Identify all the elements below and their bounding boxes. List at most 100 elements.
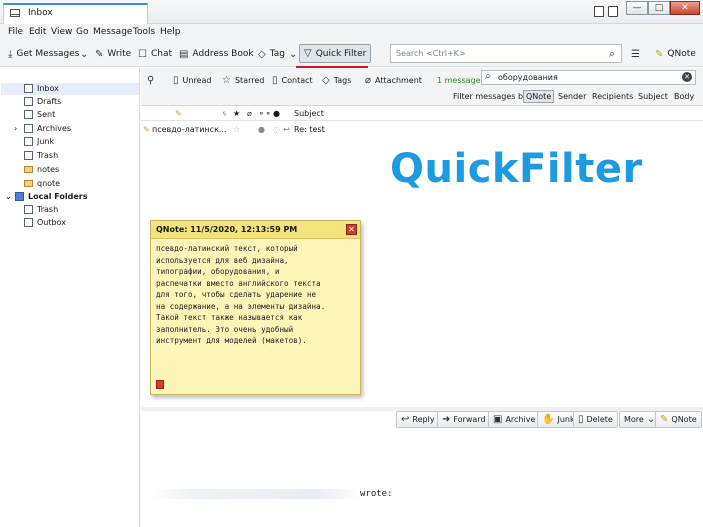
delete-button[interactable]: ▯ Delete <box>573 411 618 428</box>
folder-junk[interactable]: Junk <box>14 135 54 148</box>
write-button[interactable]: ✎ Write <box>91 45 135 63</box>
filter-by-sender-button[interactable]: Sender <box>558 92 586 101</box>
star-column-icon[interactable]: ★ <box>233 109 240 118</box>
menu-edit[interactable]: Edit <box>29 27 46 37</box>
app-menu-button[interactable]: ☰ <box>627 45 644 63</box>
chat-button[interactable]: ☐ Chat <box>134 45 176 63</box>
forward-button[interactable]: ➜ Forward <box>437 411 491 428</box>
thread-column-icon[interactable]: ᛃ <box>222 109 227 118</box>
chevron-down-icon: ⌄ <box>646 414 656 425</box>
filter-starred-button[interactable]: ☆ Starred <box>222 72 264 88</box>
quickfilter-caption: QuickFilter <box>390 146 643 192</box>
get-messages-dropdown[interactable]: ⌄ <box>76 45 92 63</box>
attachment-column-icon[interactable]: ⌀ <box>247 109 252 118</box>
reply-button[interactable]: ↩ Reply <box>396 411 440 428</box>
sticky-filter-toggle[interactable]: ⚲ <box>147 72 154 88</box>
folder-sent[interactable]: Sent <box>14 108 55 121</box>
folder-label: Archives <box>37 124 72 133</box>
trash-icon <box>24 205 33 214</box>
qnote-header-button[interactable]: ✎ QNote <box>655 411 702 428</box>
starred-label: Starred <box>234 75 265 85</box>
quick-filter-search-input[interactable]: ⌕ оборудования ✕ <box>481 70 696 85</box>
folder-qnote[interactable]: qnote <box>14 177 60 190</box>
quick-filter-label: Quick Filter <box>315 48 367 59</box>
hamburger-menu-icon: ☰ <box>631 48 640 60</box>
tag-button[interactable]: ◇ Tag ⌄ <box>254 45 301 63</box>
menu-file[interactable]: File <box>8 27 23 37</box>
reply-icon: ↩ <box>401 414 410 425</box>
search-input[interactable]: Search <Ctrl+K> ⌕ <box>390 44 622 63</box>
tasks-icon[interactable] <box>608 6 618 17</box>
filter-by-body-button[interactable]: Body <box>674 92 694 101</box>
contact-icon: ▯ <box>272 74 278 86</box>
junk-icon <box>24 137 33 146</box>
close-icon[interactable]: ✕ <box>346 224 357 235</box>
column-subject[interactable]: Subject <box>294 109 324 118</box>
read-column-icon[interactable]: ⚬⚬ <box>258 109 271 118</box>
tab-inbox[interactable]: Inbox <box>3 3 148 24</box>
menu-tools[interactable]: Tools <box>133 27 155 37</box>
sent-icon <box>24 110 33 119</box>
tab-title: Inbox <box>28 8 53 18</box>
get-messages-button[interactable]: ⤓ Get Messages <box>4 45 83 63</box>
clear-icon[interactable]: ✕ <box>682 72 692 82</box>
menu-help[interactable]: Help <box>160 27 181 37</box>
maximize-button[interactable]: □ <box>648 1 670 15</box>
filter-by-recipients-button[interactable]: Recipients <box>592 92 633 101</box>
filter-tags-button[interactable]: ◇ Tags <box>322 72 351 88</box>
account-local-folders[interactable]: ⌄ Local Folders <box>5 190 88 203</box>
write-label: Write <box>107 49 132 59</box>
tags-label: Tags <box>333 75 352 85</box>
qnote-column-icon[interactable]: ✎ <box>175 109 182 118</box>
calendar-icon[interactable] <box>594 6 604 17</box>
archive-label: Archive <box>505 415 536 424</box>
filter-by-label: Filter messages by: <box>453 92 530 101</box>
archive-button[interactable]: ▣ Archive <box>488 411 541 428</box>
folder-drafts[interactable]: Drafts <box>14 95 61 108</box>
address-book-icon: ▤ <box>179 48 189 60</box>
menu-go[interactable]: Go <box>76 27 88 37</box>
menu-message[interactable]: Message <box>93 27 132 37</box>
folder-inbox[interactable]: Inbox <box>14 82 59 95</box>
folder-trash[interactable]: Trash <box>14 149 58 162</box>
qnote-popup[interactable]: QNote: 11/5/2020, 12:13:59 PM ✕ псевдо-л… <box>150 220 361 395</box>
junk-column-icon[interactable]: ● <box>273 109 280 118</box>
star-icon: ☆ <box>222 74 231 86</box>
qnote-toolbar-button[interactable]: ✎ QNote <box>651 45 700 63</box>
filter-unread-button[interactable]: ▯ Unread <box>173 72 211 88</box>
trash-icon[interactable] <box>156 380 164 389</box>
folder-outbox[interactable]: Outbox <box>14 216 66 229</box>
table-row[interactable]: ✎ псевдо-латинск... ☆ ● ◌ ↩ Re: test <box>141 122 703 137</box>
close-window-button[interactable]: ✕ <box>670 1 700 15</box>
message-count: 1 message <box>437 75 481 85</box>
quote-attribution: wrote: <box>360 489 393 499</box>
folder-archives[interactable]: › Archives <box>14 122 71 135</box>
chevron-right-icon[interactable]: › <box>14 124 20 133</box>
junk-status-icon[interactable]: ◌ <box>273 125 280 134</box>
folder-label: qnote <box>37 179 61 188</box>
address-book-button[interactable]: ▤ Address Book <box>175 45 258 63</box>
folder-icon <box>24 166 33 173</box>
minimize-button[interactable]: — <box>626 1 648 15</box>
message-subject: Re: test <box>294 125 325 134</box>
chat-icon: ☐ <box>138 48 147 60</box>
folder-local-trash[interactable]: Trash <box>14 203 58 216</box>
star-icon[interactable]: ☆ <box>233 125 240 134</box>
qnote-header[interactable]: QNote: 11/5/2020, 12:13:59 PM ✕ <box>151 221 360 239</box>
trash-icon: ▯ <box>578 414 584 425</box>
filter-contact-button[interactable]: ▯ Contact <box>272 72 313 88</box>
menu-view[interactable]: View <box>51 27 72 37</box>
filter-by-qnote-button[interactable]: QNote <box>523 90 555 103</box>
note-icon: ✎ <box>655 48 664 60</box>
folder-label: Drafts <box>37 97 62 106</box>
folder-label: Inbox <box>37 84 59 93</box>
chevron-down-icon[interactable]: ⌄ <box>5 192 12 201</box>
filter-by-subject-button[interactable]: Subject <box>638 92 668 101</box>
forward-icon: ➜ <box>442 414 451 425</box>
filter-attachment-button[interactable]: ⌀ Attachment <box>365 72 422 88</box>
qnote-text[interactable]: псевдо-латинский текст, который использу… <box>156 243 356 347</box>
read-status-icon[interactable]: ● <box>258 125 265 134</box>
note-icon: ✎ <box>660 414 669 425</box>
folder-notes[interactable]: notes <box>14 163 59 176</box>
quick-filter-button[interactable]: ▽ Quick Filter <box>299 44 372 63</box>
